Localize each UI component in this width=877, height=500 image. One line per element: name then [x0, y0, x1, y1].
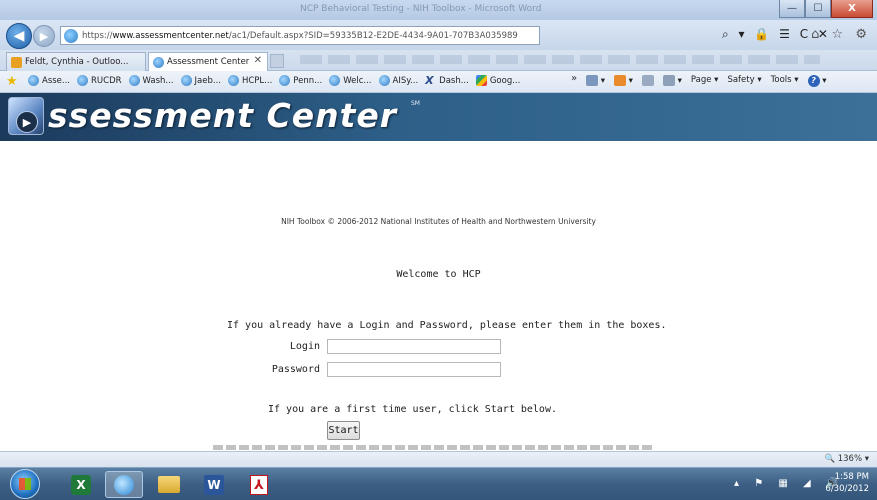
url-domain: www.assessmentcenter.net: [112, 30, 229, 41]
print-icon[interactable]: ▾: [662, 75, 682, 87]
folder-icon: [158, 476, 180, 493]
favorite-goog[interactable]: Goog...: [475, 75, 520, 86]
forward-button[interactable]: ▶: [33, 25, 55, 47]
ie-icon: [28, 75, 39, 86]
arrow-right-icon: ▶: [39, 29, 49, 43]
ie-icon: [279, 75, 291, 86]
ie-icon: [77, 75, 89, 86]
blurred-tab-area: [300, 55, 820, 64]
url-protocol: https://: [82, 30, 113, 41]
tools-menu[interactable]: Tools ▾: [771, 75, 799, 87]
tab-label: Feldt, Cynthia - Outloo...: [25, 57, 129, 67]
favorite-hcpl[interactable]: HCPL...: [227, 75, 272, 86]
safety-menu[interactable]: Safety ▾: [727, 75, 761, 87]
favorites-overflow-icon[interactable]: »: [571, 73, 577, 84]
google-icon: [475, 75, 487, 86]
cut-off-text-line: [213, 445, 653, 450]
service-mark: SM: [411, 100, 420, 107]
taskbar-acrobat[interactable]: ⅄: [240, 471, 278, 498]
clock-time: 1:58 PM: [834, 472, 869, 482]
word-icon: W: [204, 474, 224, 495]
address-bar[interactable]: https:// www.assessmentcenter.net /ac1/D…: [60, 26, 540, 45]
windows-logo-icon: [19, 478, 31, 490]
favorite-aisy[interactable]: AISy...: [378, 75, 418, 86]
first-time-text: If you are a first time user, click Star…: [268, 404, 557, 415]
favorite-rucdr[interactable]: RUCDR: [77, 75, 122, 86]
favorite-welc[interactable]: Welc...: [329, 75, 372, 86]
welcome-heading: Welcome to HCP: [396, 269, 481, 280]
clock-date: 6/30/2012: [825, 484, 869, 494]
taskbar-excel[interactable]: X: [62, 471, 100, 498]
copyright-text: NIH Toolbox © 2006-2012 National Institu…: [281, 217, 596, 226]
excel-icon: X: [71, 474, 91, 495]
login-instructions: If you already have a Login and Password…: [227, 320, 667, 331]
favorite-wash[interactable]: Wash...: [128, 75, 174, 86]
help-icon: ?: [807, 75, 820, 87]
start-button-orb[interactable]: [10, 469, 40, 499]
assessment-center-banner: ▶ ssessment Center SM: [0, 93, 877, 141]
command-bar: ▾ ▾ ▾ Page ▾ Safety ▾ Tools ▾ ? ▾: [586, 75, 827, 87]
taskbar-file-explorer[interactable]: [150, 471, 188, 498]
password-label: Password: [271, 364, 320, 375]
address-row: ◀ ▶ https:// www.assessmentcenter.net /a…: [0, 20, 877, 50]
tab-label: Assessment Center: [167, 57, 250, 67]
ie-icon: [114, 474, 134, 495]
favorites-bar: ★ Asse... RUCDR Wash... Jaeb... HCPL... …: [0, 71, 877, 93]
minimize-button[interactable]: —: [779, 0, 805, 18]
ie-icon: [329, 75, 341, 86]
page-menu[interactable]: Page ▾: [691, 75, 719, 87]
logo-icon: ▶: [8, 97, 44, 135]
feeds-icon[interactable]: ▾: [613, 75, 633, 87]
favorites-star-icon[interactable]: ★: [6, 74, 18, 89]
favorite-asse[interactable]: Asse...: [28, 75, 70, 86]
password-input[interactable]: [327, 362, 501, 377]
window-title-bar: NCP Behavioral Testing - NIH Toolbox - M…: [0, 0, 877, 20]
favorite-dash[interactable]: X Dash...: [425, 75, 469, 86]
help-button[interactable]: ? ▾: [807, 75, 827, 87]
status-bar: 🔍 136% ▾: [0, 451, 877, 467]
page-content: ▶ ssessment Center SM NIH Toolbox © 2006…: [0, 93, 877, 451]
close-button[interactable]: X: [831, 0, 873, 18]
new-tab-button[interactable]: [270, 54, 284, 68]
taskbar-word[interactable]: W: [195, 471, 233, 498]
outlook-icon: [11, 56, 22, 68]
favorite-penn[interactable]: Penn...: [279, 75, 322, 86]
home-favorites-settings-icons[interactable]: ⌂ ☆ ⚙: [811, 27, 871, 42]
pdf-icon: ⅄: [250, 474, 268, 495]
ie-icon: [378, 75, 390, 86]
favorites-list: Asse... RUCDR Wash... Jaeb... HCPL... Pe…: [28, 75, 520, 86]
x-icon: X: [425, 74, 434, 87]
ie-icon: [180, 75, 192, 86]
ie-icon: [153, 56, 164, 68]
tab-assessment-center[interactable]: Assessment Center ✕: [148, 52, 268, 71]
favorite-jaeb[interactable]: Jaeb...: [180, 75, 221, 86]
banner-title: ssessment Center: [48, 96, 397, 135]
maximize-button[interactable]: ☐: [805, 0, 831, 18]
window-controls: — ☐ X: [779, 0, 873, 18]
home-icon[interactable]: ▾: [586, 75, 605, 87]
tab-outlook[interactable]: Feldt, Cynthia - Outloo...: [6, 52, 146, 71]
taskbar-internet-explorer[interactable]: [105, 471, 143, 498]
mail-icon[interactable]: [641, 75, 654, 87]
ie-icon: [128, 75, 140, 86]
arrow-left-icon: ◀: [13, 28, 25, 44]
zoom-level[interactable]: 🔍 136% ▾: [824, 454, 869, 464]
window-title: NCP Behavioral Testing - NIH Toolbox - M…: [300, 4, 542, 14]
ie-icon: [227, 75, 239, 86]
clock[interactable]: 1:58 PM 6/30/2012: [825, 471, 869, 495]
ie-icon: [64, 28, 78, 43]
login-input[interactable]: [327, 339, 501, 354]
taskbar: X W ⅄ ▴ ⚑ ▦ ◢ 🔊 1:58 PM 6/30/2012: [0, 467, 877, 500]
close-tab-icon[interactable]: ✕: [254, 55, 262, 66]
play-icon: ▶: [16, 111, 38, 133]
start-button[interactable]: Start: [327, 421, 360, 440]
url-path: /ac1/Default.aspx?SID=59335B12-E2DE-4434…: [228, 30, 518, 41]
tab-bar: Feldt, Cynthia - Outloo... Assessment Ce…: [0, 50, 877, 71]
login-label: Login: [289, 341, 320, 352]
back-button[interactable]: ◀: [6, 23, 32, 49]
